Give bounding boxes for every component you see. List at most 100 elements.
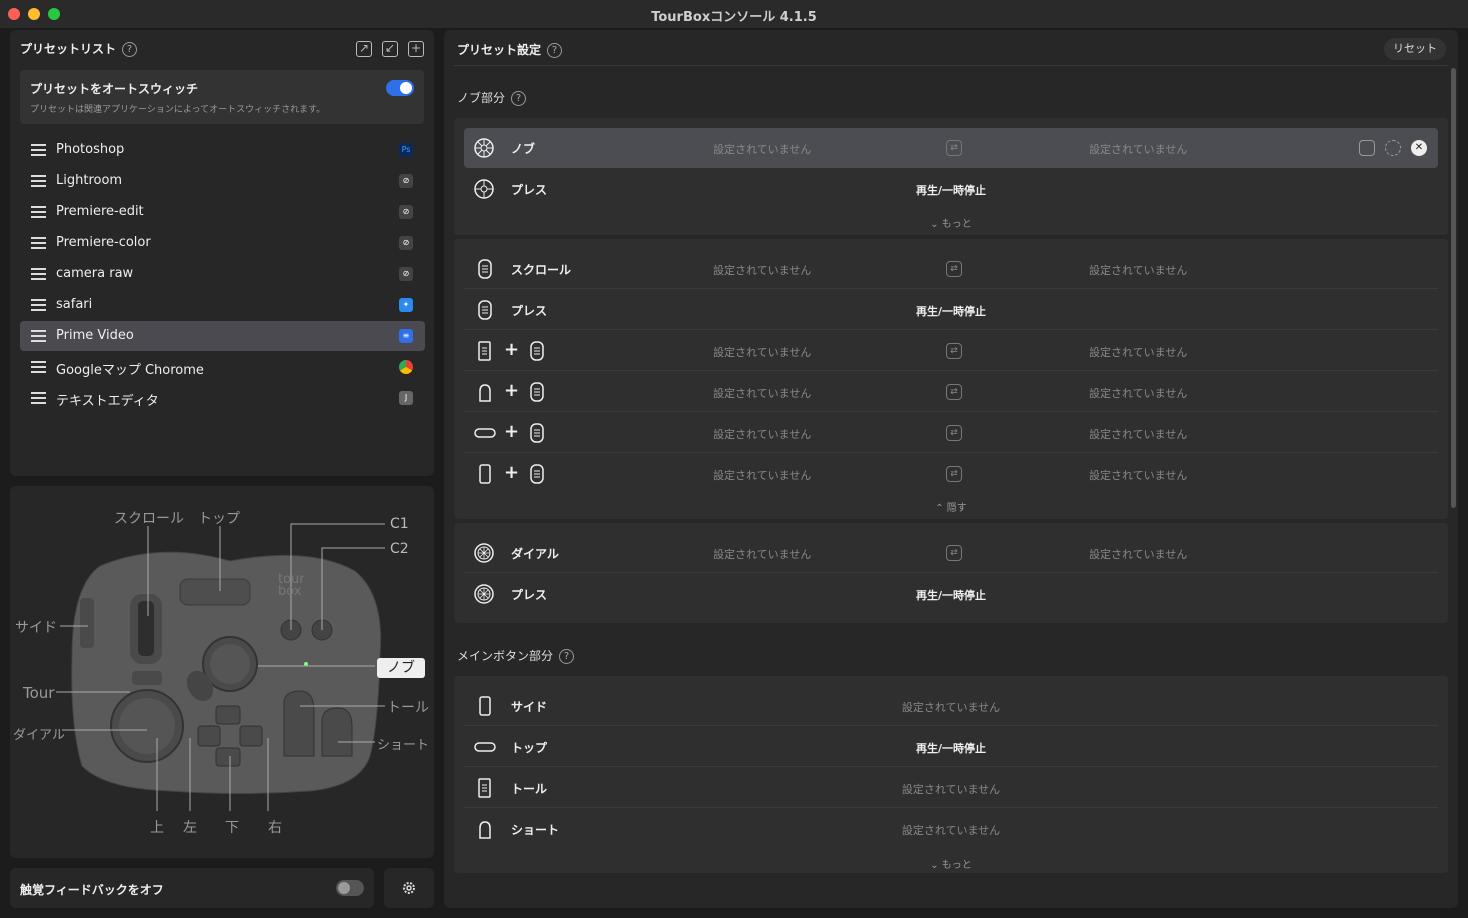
right-action[interactable]: 設定されていません	[1089, 262, 1187, 278]
press-action[interactable]: 再生/一時停止	[464, 303, 1438, 319]
right-action[interactable]: 設定されていません	[1089, 344, 1187, 360]
keyboard-icon[interactable]	[1359, 140, 1375, 156]
drag-handle-icon[interactable]	[31, 392, 46, 404]
swap-icon[interactable]: ⇄	[946, 466, 962, 482]
press-action[interactable]: 再生/一時停止	[464, 182, 1438, 198]
side-scroll-row[interactable]: + 設定されていません ⇄ 設定されていません	[464, 454, 1438, 494]
no-app-icon: ⊘	[399, 267, 413, 281]
drag-handle-icon[interactable]	[31, 206, 46, 218]
knob-section-header: ノブ部分?	[457, 89, 527, 106]
haptic-feedback-toggle[interactable]	[336, 880, 364, 896]
scroll-press-row[interactable]: プレス 再生/一時停止	[464, 290, 1438, 330]
drag-handle-icon[interactable]	[31, 175, 46, 187]
tall-scroll-row[interactable]: + 設定されていません ⇄ 設定されていません	[464, 331, 1438, 371]
scroll-wheel-icon	[478, 259, 492, 279]
preset-item-premiere-color[interactable]: Premiere-color ⊘	[20, 228, 425, 258]
side-label: サイド	[15, 620, 57, 636]
dial-row[interactable]: ダイアル 設定されていません ⇄ 設定されていません	[464, 533, 1438, 573]
top-scroll-row[interactable]: + 設定されていません ⇄ 設定されていません	[464, 413, 1438, 453]
scroll-wheel-icon	[530, 464, 544, 484]
preset-item-photoshop[interactable]: Photoshop Ps	[20, 135, 425, 165]
top-row[interactable]: トップ 再生/一時停止	[464, 727, 1438, 767]
add-preset-icon[interactable]: +	[408, 41, 424, 57]
press-action[interactable]: 再生/一時停止	[464, 587, 1438, 603]
preset-item-text-editor[interactable]: テキストエディタ J	[20, 383, 425, 413]
swap-icon[interactable]: ⇄	[946, 384, 962, 400]
preset-item-prime-video[interactable]: Prime Video ≡	[20, 321, 425, 351]
knob-row[interactable]: ノブ 設定されていません ⇄ 設定されていません ✕	[464, 128, 1438, 168]
drag-handle-icon[interactable]	[31, 144, 46, 156]
left-action[interactable]: 設定されていません	[713, 546, 811, 562]
help-icon[interactable]: ?	[122, 42, 138, 57]
settings-button[interactable]	[384, 868, 434, 908]
close-icon[interactable]: ✕	[1411, 140, 1427, 156]
gear-icon	[403, 882, 415, 894]
scrollbar[interactable]	[1451, 68, 1456, 508]
right-action[interactable]: 設定されていません	[1089, 385, 1187, 401]
right-action[interactable]: 設定されていません	[1089, 141, 1187, 157]
scroll-row[interactable]: スクロール 設定されていません ⇄ 設定されていません	[464, 249, 1438, 289]
speed-icon[interactable]	[1385, 140, 1401, 156]
right-label: 右	[268, 820, 282, 836]
preset-label: テキストエディタ	[56, 394, 159, 409]
left-action[interactable]: 設定されていません	[713, 467, 811, 483]
knob-more-toggle[interactable]: ⌄ もっと	[454, 215, 1448, 230]
device-diagram-panel: スクロール トップ C1 C2 サイド ノブ Tour トール ダイアル ショー…	[10, 486, 434, 858]
auto-switch-toggle[interactable]	[386, 80, 414, 96]
short-scroll-row[interactable]: + 設定されていません ⇄ 設定されていません	[464, 372, 1438, 412]
preset-label: Premiere-edit	[56, 204, 144, 219]
haptic-feedback-bar: 触覚フィードバックをオフ	[10, 868, 374, 908]
drag-handle-icon[interactable]	[31, 361, 46, 373]
action[interactable]: 再生/一時停止	[464, 740, 1438, 756]
tour-label: Tour	[23, 684, 55, 702]
side-row[interactable]: サイド 設定されていません	[464, 686, 1438, 726]
drag-handle-icon[interactable]	[31, 268, 46, 280]
swap-icon[interactable]: ⇄	[946, 343, 962, 359]
preset-item-camera-raw[interactable]: camera raw ⊘	[20, 259, 425, 289]
swap-icon[interactable]: ⇄	[946, 261, 962, 277]
action[interactable]: 設定されていません	[464, 699, 1438, 715]
right-action[interactable]: 設定されていません	[1089, 426, 1187, 442]
left-action[interactable]: 設定されていません	[713, 141, 811, 157]
preset-label: Lightroom	[56, 173, 123, 188]
swap-icon[interactable]: ⇄	[946, 545, 962, 561]
plus-icon: +	[504, 462, 520, 483]
reset-button[interactable]: リセット	[1384, 38, 1446, 60]
preset-list-header: プリセットリスト?	[20, 40, 138, 57]
left-action[interactable]: 設定されていません	[713, 344, 811, 360]
knob-label[interactable]: ノブ	[377, 658, 425, 678]
swap-icon[interactable]: ⇄	[946, 425, 962, 441]
export-icon[interactable]: ↗	[356, 41, 372, 57]
right-action[interactable]: 設定されていません	[1089, 467, 1187, 483]
right-action[interactable]: 設定されていません	[1089, 546, 1187, 562]
tall-row[interactable]: トール 設定されていません	[464, 768, 1438, 808]
drag-handle-icon[interactable]	[31, 299, 46, 311]
preset-settings-header: プリセット設定?	[457, 41, 563, 58]
preset-label: Premiere-color	[56, 235, 151, 250]
preset-item-google-maps-chrome[interactable]: Googleマップ Chorome	[20, 352, 425, 382]
help-icon[interactable]: ?	[511, 91, 527, 106]
preset-item-premiere-edit[interactable]: Premiere-edit ⊘	[20, 197, 425, 227]
short-row[interactable]: ショート 設定されていません	[464, 809, 1438, 849]
swap-icon[interactable]: ⇄	[946, 140, 962, 156]
preset-item-safari[interactable]: safari ✦	[20, 290, 425, 320]
tall-button-icon	[478, 341, 491, 361]
scroll-hide-toggle[interactable]: ⌃ 隠す	[454, 499, 1448, 514]
c1-label: C1	[390, 516, 409, 532]
text-editor-icon: J	[399, 391, 413, 405]
help-icon[interactable]: ?	[559, 649, 575, 664]
main-more-toggle[interactable]: ⌄ もっと	[454, 856, 1448, 871]
import-icon[interactable]: ↙	[382, 41, 398, 57]
left-action[interactable]: 設定されていません	[713, 262, 811, 278]
drag-handle-icon[interactable]	[31, 330, 46, 342]
dial-press-row[interactable]: プレス 再生/一時停止	[464, 574, 1438, 614]
left-action[interactable]: 設定されていません	[713, 426, 811, 442]
knob-press-row[interactable]: プレス 再生/一時停止	[464, 169, 1438, 209]
action[interactable]: 設定されていません	[464, 781, 1438, 797]
tall-label: トール	[387, 700, 429, 716]
drag-handle-icon[interactable]	[31, 237, 46, 249]
preset-item-lightroom[interactable]: Lightroom ⊘	[20, 166, 425, 196]
help-icon[interactable]: ?	[547, 43, 563, 58]
left-action[interactable]: 設定されていません	[713, 385, 811, 401]
action[interactable]: 設定されていません	[464, 822, 1438, 838]
